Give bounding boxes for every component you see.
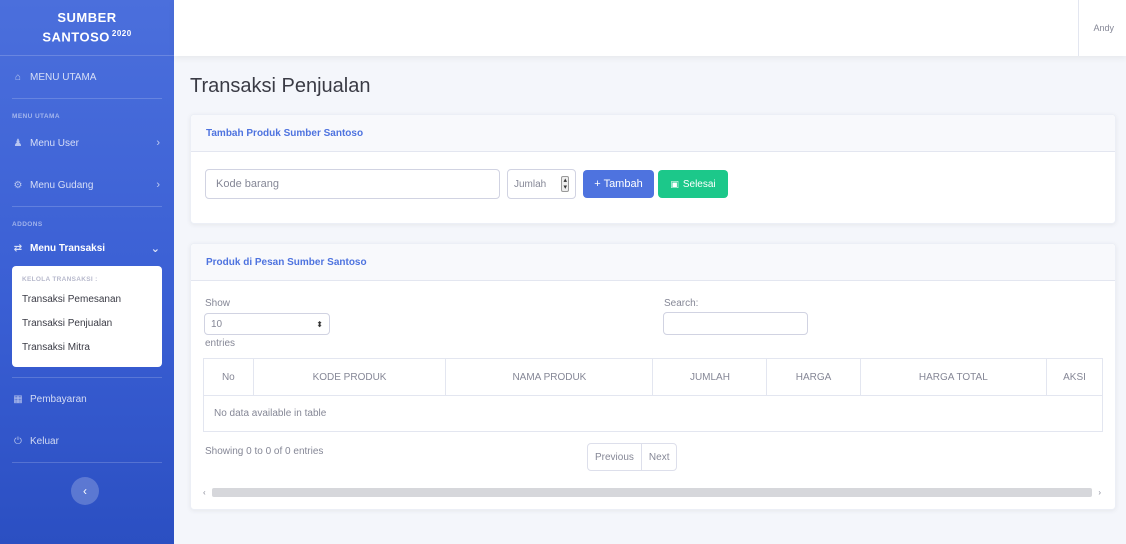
sidebar-toggle-button[interactable]: ‹ <box>71 477 99 505</box>
table-header-row: No KODE PRODUK NAMA PRODUK JUMLAH HARGA … <box>203 358 1103 396</box>
table-row: No data available in table <box>203 395 1103 432</box>
entries-label: entries <box>205 338 236 349</box>
scroll-left-icon[interactable]: ‹ <box>203 488 206 497</box>
card-title: Produk di Pesan Sumber Santoso <box>191 244 1115 281</box>
sidebar-item-keluar[interactable]: ⏻ Keluar <box>0 420 174 462</box>
selesai-button[interactable]: ▣ Selesai <box>658 170 728 198</box>
horizontal-scrollbar[interactable]: ‹ › <box>203 487 1101 498</box>
submenu-item-pemesanan[interactable]: Transaksi Pemesanan <box>12 289 162 313</box>
brand-name-line1: SUMBER <box>57 9 117 25</box>
user-icon: ♟ <box>13 137 23 149</box>
col-header-kode-produk[interactable]: KODE PRODUK <box>252 358 447 396</box>
next-button[interactable]: Next <box>640 444 677 470</box>
col-header-harga-total[interactable]: HARGA TOTAL <box>859 358 1048 396</box>
sidebar-item-pembayaran[interactable]: ▦ Pembayaran <box>0 378 174 420</box>
sidebar-item-label: MENU UTAMA <box>30 71 97 83</box>
calendar-icon: ▦ <box>13 393 23 405</box>
entries-value: 10 <box>211 318 223 330</box>
power-icon: ⏻ <box>14 435 22 447</box>
selesai-label: Selesai <box>682 178 716 190</box>
products-table: No KODE PRODUK NAMA PRODUK JUMLAH HARGA … <box>203 358 1103 432</box>
tambah-button[interactable]: + Tambah <box>583 170 654 198</box>
previous-button[interactable]: Previous <box>588 444 641 470</box>
submenu-item-penjualan[interactable]: Transaksi Penjualan <box>12 313 162 337</box>
scroll-right-icon[interactable]: › <box>1098 488 1101 497</box>
scrollbar-thumb[interactable] <box>211 488 1093 497</box>
tambah-label: + Tambah <box>594 178 643 190</box>
brand-name-santoso: SANTOSO <box>42 29 110 45</box>
transaksi-submenu: KELOLA TRANSAKSI : Transaksi Pemesanan T… <box>12 266 162 367</box>
topbar: Andy <box>174 0 1126 56</box>
sidebar-item-menu-transaksi[interactable]: ⇄ Menu Transaksi ⌄ <box>0 230 174 266</box>
chevron-right-icon: › <box>156 137 160 149</box>
show-label: Show <box>205 298 231 309</box>
search-input[interactable] <box>663 312 808 335</box>
col-header-nama-produk[interactable]: NAMA PRODUK <box>445 358 654 396</box>
chevron-left-icon: ‹ <box>83 484 87 498</box>
warehouse-icon: ⚙ <box>13 179 23 191</box>
col-header-harga[interactable]: HARGA <box>766 358 861 396</box>
sidebar-item-label: Menu Transaksi <box>30 242 106 254</box>
user-name: Andy <box>1093 23 1114 33</box>
sidebar-divider <box>12 462 162 463</box>
pagination: Previous Next <box>587 443 678 471</box>
sidebar-item-label: Pembayaran <box>30 393 87 405</box>
col-header-aksi[interactable]: AKSI <box>1046 358 1103 396</box>
card-title: Tambah Produk Sumber Santoso <box>191 115 1115 152</box>
chevron-down-icon: ⌄ <box>150 242 160 255</box>
spinner-icon[interactable]: ▴ ▾ <box>561 176 569 192</box>
brand-year: 2020 <box>111 28 132 38</box>
select-arrows-icon: ⬍ <box>316 319 323 329</box>
sidebar-heading-addons: ADDONS <box>12 221 43 228</box>
chevron-right-icon: › <box>156 179 160 191</box>
page-title: Transaksi Penjualan <box>190 75 371 97</box>
submenu-heading: KELOLA TRANSAKSI : <box>22 276 98 283</box>
sidebar-item-menu-user[interactable]: ♟ Menu User › <box>0 122 174 164</box>
save-icon: ▣ <box>670 178 679 189</box>
sidebar: SUMBER SANTOSO 2020 ⌂ MENU UTAMA MENU UTA… <box>0 0 174 544</box>
sidebar-item-menu-gudang[interactable]: ⚙ Menu Gudang › <box>0 164 174 206</box>
search-label: Search: <box>664 298 699 309</box>
col-header-no[interactable]: No <box>203 358 254 396</box>
jumlah-input[interactable]: Jumlah ▴ ▾ <box>507 169 576 199</box>
home-icon: ⌂ <box>14 71 22 83</box>
sidebar-item-menu-utama[interactable]: ⌂ MENU UTAMA <box>0 56 174 98</box>
exchange-icon: ⇄ <box>13 242 23 254</box>
sidebar-item-label: Menu Gudang <box>30 179 94 191</box>
brand-logo[interactable]: SUMBER SANTOSO 2020 <box>0 0 174 56</box>
empty-table-message: No data available in table <box>203 395 1103 432</box>
submenu-item-mitra[interactable]: Transaksi Mitra <box>12 337 162 361</box>
user-menu[interactable]: Andy <box>1078 0 1114 56</box>
sidebar-heading-main: MENU UTAMA <box>12 113 60 120</box>
sidebar-item-label: Keluar <box>30 435 59 447</box>
table-info: Showing 0 to 0 of 0 entries <box>205 446 324 457</box>
jumlah-placeholder: Jumlah <box>514 178 547 190</box>
col-header-jumlah[interactable]: JUMLAH <box>652 358 768 396</box>
kode-barang-input[interactable]: Kode barang <box>205 169 500 199</box>
brand-name-line2: SANTOSO 2020 <box>42 26 131 45</box>
sidebar-item-label: Menu User <box>30 137 79 149</box>
entries-select[interactable]: 10 ⬍ <box>204 313 330 335</box>
